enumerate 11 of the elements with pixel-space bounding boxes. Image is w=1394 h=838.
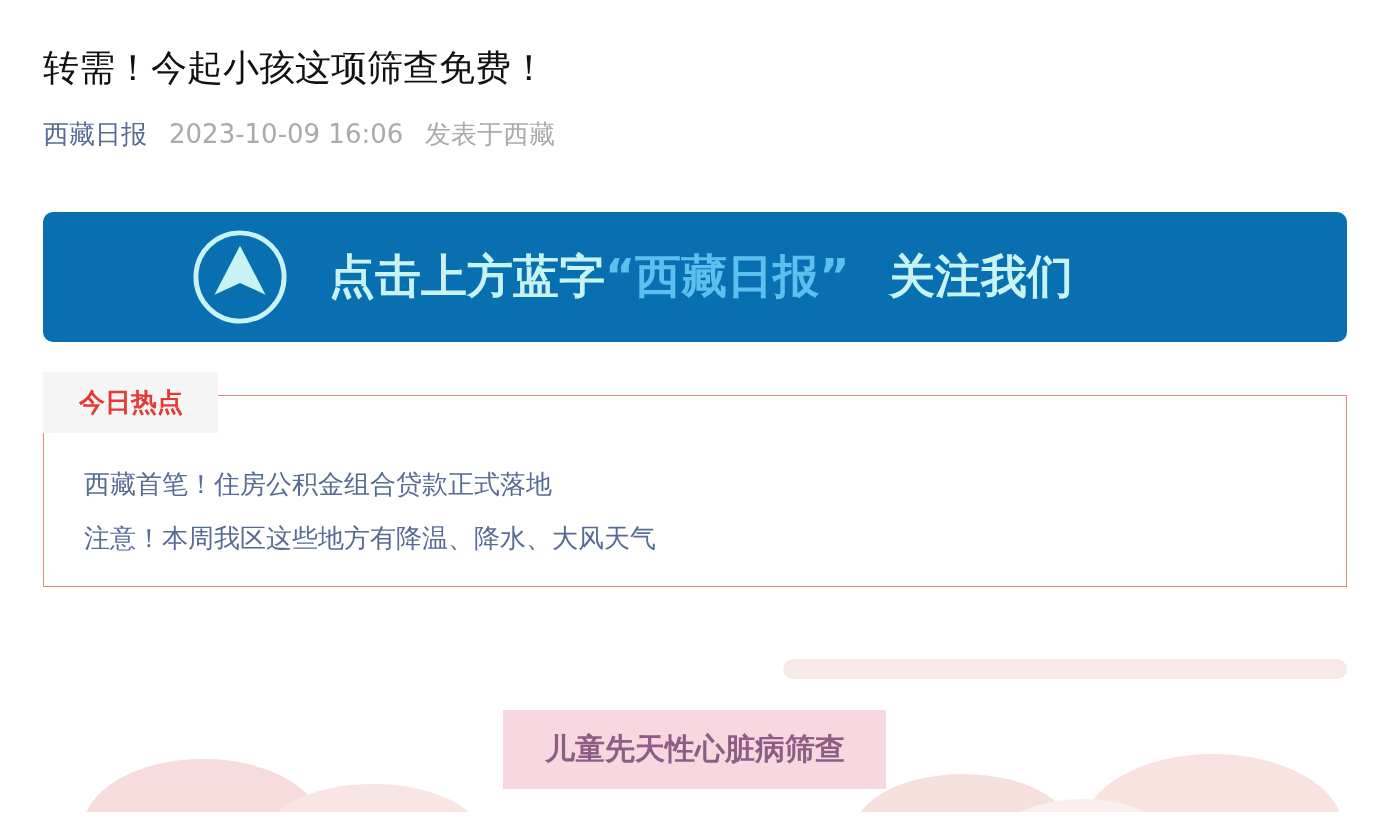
follow-text: 关注我们 [889, 248, 1074, 305]
source-link[interactable]: 西藏日报 [43, 116, 147, 152]
hot-topics-heading: 今日热点 [43, 372, 218, 433]
publish-time: 2023-10-09 16:06 [169, 118, 404, 151]
article-title: 转需！今起小孩这项筛查免费！ [43, 46, 548, 90]
figure-caption: 儿童先天性心脏病筛查 [503, 710, 886, 789]
banner-text: 点击上方蓝字“西藏日报” [329, 248, 850, 305]
hot-topic-link[interactable]: 注意！本周我区这些地方有降温、降水、大风天气 [84, 520, 656, 556]
publish-location: 发表于西藏 [425, 118, 556, 151]
hot-topic-link[interactable]: 西藏首笔！住房公积金组合贷款正式落地 [84, 466, 552, 502]
arrow-up-icon [191, 228, 289, 326]
